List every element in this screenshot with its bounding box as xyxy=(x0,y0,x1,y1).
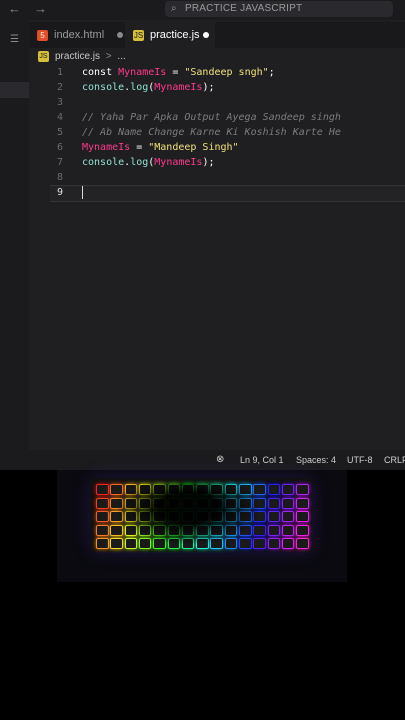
code-token: // Ab Name Change Karne Ki Koshish Karte… xyxy=(82,127,341,138)
hands-shadow xyxy=(118,484,258,544)
status-bar: ⊗ Ln 9, Col 1 Spaces: 4 UTF-8 CRLF xyxy=(0,450,405,470)
indentation[interactable]: Spaces: 4 xyxy=(296,450,336,470)
keyboard-key xyxy=(296,524,309,536)
line-number: 8 xyxy=(56,172,63,183)
keyboard-key xyxy=(267,484,281,495)
code-text[interactable]: // Ab Name Change Karne Ki Koshish Karte… xyxy=(82,125,341,140)
code-token: ; xyxy=(268,67,275,78)
keyboard-key xyxy=(281,497,295,509)
code-text[interactable]: const MynameIs = "Sandeep sngh"; xyxy=(82,65,275,80)
code-line[interactable]: 7 console.log(MynameIs); xyxy=(29,155,405,170)
keyboard-key xyxy=(296,484,309,495)
keyboard-key xyxy=(267,524,281,536)
code-token: ); xyxy=(202,82,215,93)
line-ending[interactable]: CRLF xyxy=(384,450,405,470)
line-number: 9 xyxy=(56,187,63,198)
line-number: 1 xyxy=(56,67,63,78)
code-line[interactable]: 8 xyxy=(29,170,405,185)
cursor-position[interactable]: Ln 9, Col 1 xyxy=(240,450,284,470)
breadcrumb-file[interactable]: practice.js xyxy=(55,51,100,62)
code-token: // Yaha Par Apka Output Ayega Sandeep si… xyxy=(82,112,341,123)
line-number: 7 xyxy=(56,157,63,168)
command-center-search[interactable]: ⌕ PRACTICE JAVASCRIPT xyxy=(165,1,393,17)
title-bar: ← → ⌕ PRACTICE JAVASCRIPT xyxy=(0,0,405,20)
arrow-left-icon[interactable]: ← xyxy=(8,1,21,16)
code-text[interactable]: MynameIs = "Mandeep Singh" xyxy=(82,140,239,155)
tab-practice-js[interactable]: JS practice.js xyxy=(125,22,215,48)
keyboard-key xyxy=(96,524,109,536)
search-icon: ⌕ xyxy=(171,3,177,14)
line-number: 2 xyxy=(56,82,63,93)
code-token: MynameIs xyxy=(82,142,131,153)
code-token: log xyxy=(130,157,149,168)
code-token: log xyxy=(130,82,149,93)
code-token: "Mandeep Singh" xyxy=(148,142,239,153)
keyboard-key xyxy=(296,511,309,522)
activity-item-explorer[interactable] xyxy=(0,82,29,98)
code-token: = xyxy=(166,67,185,78)
tab-index-html[interactable]: 5 index.html xyxy=(37,22,125,48)
tab-bar: 5 index.html JS practice.js xyxy=(29,22,405,48)
code-text[interactable]: console.log(MynameIs); xyxy=(82,155,215,170)
code-token: const xyxy=(82,67,119,78)
js-icon: JS xyxy=(38,50,49,62)
code-line[interactable]: 4 // Yaha Par Apka Output Ayega Sandeep s… xyxy=(29,110,405,125)
code-line[interactable]: 2 console.log(MynameIs); xyxy=(29,80,405,95)
js-icon: JS xyxy=(133,29,144,41)
keyboard-key xyxy=(267,497,281,509)
modified-dot-icon[interactable] xyxy=(117,32,123,38)
keyboard-key xyxy=(281,511,295,522)
tab-label: index.html xyxy=(54,29,105,41)
line-number: 5 xyxy=(56,127,63,138)
code-line[interactable]: 9 xyxy=(29,185,405,200)
code-token: console xyxy=(82,82,125,93)
keyboard-key xyxy=(96,538,109,549)
html5-icon: 5 xyxy=(37,29,48,41)
menu-icon[interactable]: ☰ xyxy=(0,34,29,50)
code-token: MynameIs xyxy=(154,157,203,168)
code-text[interactable]: console.log(MynameIs); xyxy=(82,80,215,95)
arrow-right-icon[interactable]: → xyxy=(34,1,47,16)
keyboard-key xyxy=(281,524,295,536)
code-token: MynameIs xyxy=(154,82,203,93)
line-number: 6 xyxy=(56,142,63,153)
encoding[interactable]: UTF-8 xyxy=(347,450,373,470)
tab-label: practice.js xyxy=(150,29,200,41)
code-line[interactable]: 6 MynameIs = "Mandeep Singh" xyxy=(29,140,405,155)
notifications-icon[interactable]: ⊗ xyxy=(216,450,224,470)
keyboard-key xyxy=(267,511,281,522)
keyboard-key xyxy=(281,484,295,495)
breadcrumb[interactable]: JS practice.js > ... xyxy=(38,50,126,64)
search-text: PRACTICE JAVASCRIPT xyxy=(185,3,303,14)
line-number: 3 xyxy=(56,97,63,108)
keyboard-key xyxy=(296,538,309,549)
code-token: MynameIs xyxy=(118,67,167,78)
code-line[interactable]: 3 xyxy=(29,95,405,110)
code-token: console xyxy=(82,157,125,168)
modified-dot-icon[interactable] xyxy=(203,32,209,38)
keyboard-key xyxy=(281,538,295,549)
code-line[interactable]: 5 // Ab Name Change Karne Ki Koshish Kart… xyxy=(29,125,405,140)
keyboard-key xyxy=(296,497,309,509)
breadcrumb-rest[interactable]: ... xyxy=(117,51,125,62)
breadcrumb-separator: > xyxy=(105,51,112,62)
activity-bar: ☰ xyxy=(0,20,29,450)
code-token: "Sandeep sngh" xyxy=(184,67,269,78)
code-text[interactable]: // Yaha Par Apka Output Ayega Sandeep si… xyxy=(82,110,341,125)
keyboard-key xyxy=(96,484,109,495)
code-token: ); xyxy=(202,157,215,168)
line-number: 4 xyxy=(56,112,63,123)
keyboard-key xyxy=(96,497,109,509)
keyboard-key xyxy=(96,511,109,522)
code-token: = xyxy=(130,142,149,153)
keyboard-key xyxy=(267,538,281,549)
code-line[interactable]: 1 const MynameIs = "Sandeep sngh"; xyxy=(29,65,405,80)
